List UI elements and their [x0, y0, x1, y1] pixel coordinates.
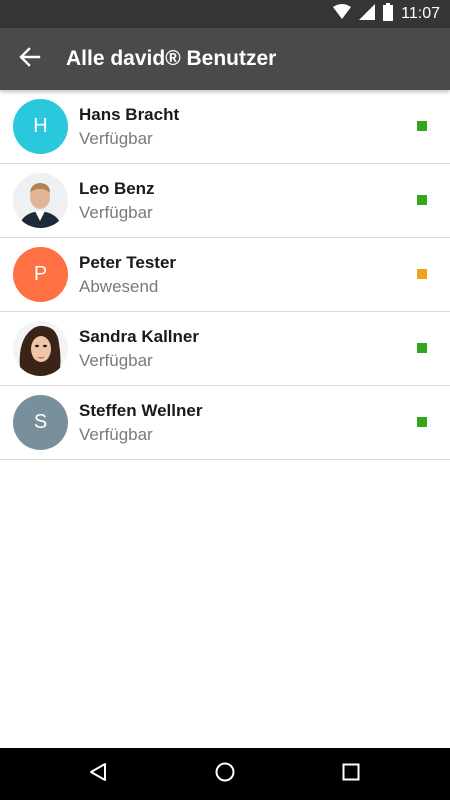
status-bar: 11:07	[0, 0, 450, 28]
avatar-letter: P	[33, 263, 48, 285]
user-list: H Hans Bracht Verfügbar Leo Benz Verfügb…	[0, 90, 450, 460]
list-item[interactable]: P Peter Tester Abwesend	[0, 238, 450, 312]
user-status: Verfügbar	[79, 203, 153, 222]
app-bar: Alle david® Benutzer	[0, 28, 450, 90]
nav-home-button[interactable]	[209, 758, 241, 790]
user-status: Verfügbar	[79, 425, 153, 444]
avatar-letter: H	[33, 115, 48, 137]
wifi-icon	[333, 3, 352, 25]
signal-icon	[359, 3, 376, 25]
presence-indicator	[417, 121, 427, 131]
avatar: P	[13, 247, 68, 302]
home-circle-icon	[215, 762, 235, 787]
page-title: Alle david® Benutzer	[66, 47, 277, 70]
presence-indicator	[417, 343, 427, 353]
user-name: Steffen Wellner	[79, 401, 203, 420]
user-name: Leo Benz	[79, 179, 155, 198]
status-time: 11:07	[401, 5, 440, 22]
nav-back-button[interactable]	[82, 758, 114, 790]
status-icons: 11:07	[333, 2, 440, 26]
recents-square-icon	[342, 763, 360, 786]
presence-indicator	[417, 269, 427, 279]
list-item[interactable]: H Hans Bracht Verfügbar	[0, 90, 450, 164]
user-name: Sandra Kallner	[79, 327, 199, 346]
user-status: Abwesend	[79, 277, 159, 296]
avatar: H	[13, 99, 68, 154]
list-item[interactable]: Sandra Kallner Verfügbar	[0, 312, 450, 386]
nav-recents-button[interactable]	[335, 758, 367, 790]
user-status: Verfügbar	[79, 129, 153, 148]
user-name: Peter Tester	[79, 253, 177, 272]
back-button[interactable]	[12, 41, 48, 77]
avatar-photo	[13, 173, 68, 228]
avatar-photo	[13, 321, 68, 376]
avatar: S	[13, 395, 68, 450]
presence-indicator	[417, 195, 427, 205]
back-triangle-icon	[88, 762, 108, 787]
user-name: Hans Bracht	[79, 105, 180, 124]
presence-indicator	[417, 417, 427, 427]
arrow-back-icon	[19, 46, 41, 73]
list-item[interactable]: Leo Benz Verfügbar	[0, 164, 450, 238]
user-status: Verfügbar	[79, 351, 153, 370]
navigation-bar	[0, 748, 450, 800]
battery-icon	[383, 2, 394, 26]
list-item[interactable]: S Steffen Wellner Verfügbar	[0, 386, 450, 460]
avatar-letter: S	[33, 411, 48, 433]
